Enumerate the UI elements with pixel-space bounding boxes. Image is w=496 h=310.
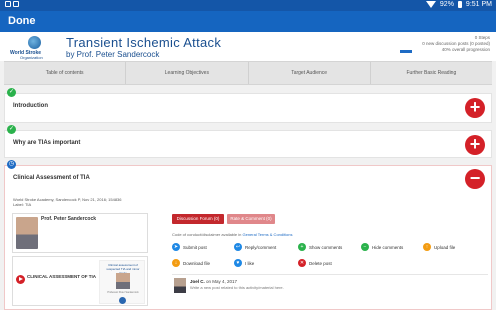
- expand-button[interactable]: +: [465, 135, 485, 155]
- divider: [172, 274, 488, 275]
- action-label: Show comments: [309, 244, 343, 250]
- app-bar: Done: [0, 11, 496, 32]
- done-button[interactable]: Done: [8, 15, 36, 27]
- tab-further-reading[interactable]: Further Basic Reading: [371, 62, 492, 84]
- course-stats: 0 Steps 0 new discussion posts (0 posted…: [422, 35, 490, 53]
- send-icon: ➤: [172, 243, 180, 251]
- collapse-button[interactable]: −: [465, 169, 485, 189]
- clock: 9:51 PM: [465, 1, 492, 8]
- expand-button[interactable]: +: [465, 98, 485, 118]
- video-thumbnail[interactable]: Clinical assessment of suspected TIA and…: [99, 260, 145, 304]
- download-file-action[interactable]: ↓ Download file: [172, 259, 210, 267]
- battery-percent: 92%: [439, 1, 454, 8]
- hide-comments-action[interactable]: − Hide comments: [361, 243, 403, 251]
- course-subtitle: by Prof. Peter Sandercock: [66, 50, 160, 59]
- play-icon[interactable]: [16, 275, 25, 284]
- section-label: Clinical Assessment of TIA: [13, 175, 90, 181]
- logo-line2: Organization: [20, 55, 43, 60]
- section-introduction[interactable]: Introduction +: [4, 93, 492, 123]
- check-icon: ✓: [7, 88, 16, 97]
- show-icon: +: [298, 243, 306, 251]
- notification-icons: [5, 1, 19, 9]
- submit-post-action[interactable]: ➤ Submit post: [172, 243, 207, 251]
- reply-icon: ↩: [234, 243, 242, 251]
- delete-icon: ✕: [298, 259, 306, 267]
- tab-target-audience[interactable]: Target Audience: [249, 62, 371, 84]
- code-text: Code of conduct/disclaimer available in: [172, 232, 242, 237]
- action-label: Submit post: [183, 244, 207, 250]
- author-card: Prof. Peter Sandercock: [12, 213, 148, 253]
- tab-learning-objectives[interactable]: Learning Objectives: [126, 62, 249, 84]
- meta-line2: Label: TIA: [13, 202, 32, 207]
- slide-caption: Professor Peter Sandercock: [107, 291, 139, 294]
- tab-table-of-contents[interactable]: Table of contents: [4, 62, 127, 84]
- progress-bar: [400, 50, 412, 53]
- action-label: Delete post: [309, 260, 332, 266]
- author-name: Prof. Peter Sandercock: [41, 216, 97, 222]
- slide-logo: [119, 297, 126, 304]
- tab-bar: Table of contents Learning Objectives Ta…: [4, 61, 492, 85]
- section-meta: World Stroke Academy, Sandercock P, Nov …: [13, 197, 122, 207]
- like-action[interactable]: ♥ I like: [234, 259, 254, 267]
- status-right: 92% 9:51 PM: [425, 1, 492, 8]
- new-post-input[interactable]: Write a new post related to this activit…: [190, 285, 284, 290]
- discussion-forum-tab[interactable]: Discussion Forum (0): [172, 214, 224, 224]
- battery-icon: [457, 1, 462, 8]
- code-of-conduct: Code of conduct/disclaimer available in …: [172, 232, 292, 237]
- action-label: Download file: [183, 260, 211, 266]
- download-icon: ↓: [172, 259, 180, 267]
- course-title: Transient Ischemic Attack: [66, 35, 222, 50]
- status-bar: 92% 9:51 PM: [0, 0, 496, 11]
- check-icon: ✓: [7, 125, 16, 134]
- post-author: Joel C.: [190, 279, 205, 284]
- avatar: [174, 278, 186, 293]
- action-label: I like: [245, 260, 255, 266]
- terms-link[interactable]: General Terms & Conditions: [243, 232, 293, 237]
- delete-post-action[interactable]: ✕ Delete post: [298, 259, 332, 267]
- stat-progress: 40% overall progression: [441, 47, 490, 52]
- section-why-tia[interactable]: Why are TIAs important +: [4, 130, 492, 158]
- wifi-icon: [425, 1, 436, 8]
- show-comments-action[interactable]: + Show comments: [298, 243, 342, 251]
- section-label: Why are TIAs important: [13, 140, 81, 146]
- slide-photo: [116, 273, 130, 289]
- hide-icon: −: [361, 243, 369, 251]
- rate-comment-tab[interactable]: Rate & Comment (0): [227, 214, 275, 224]
- section-label: Introduction: [13, 103, 48, 109]
- like-icon: ♥: [234, 259, 242, 267]
- post-author-line: Joel C. on May 4, 2017: [190, 279, 237, 284]
- video-title: CLINICAL ASSESSMENT OF TIA: [27, 274, 97, 279]
- reply-action[interactable]: ↩ Reply/comment: [234, 243, 276, 251]
- post-date: on May 4, 2017: [206, 279, 238, 284]
- course-header: World Stroke Organization Transient Isch…: [0, 32, 496, 61]
- video-card[interactable]: CLINICAL ASSESSMENT OF TIA Clinical asse…: [12, 256, 148, 306]
- action-label: Reply/comment: [245, 244, 277, 250]
- action-label: Upload file: [434, 244, 456, 250]
- author-photo: [16, 217, 38, 249]
- wso-logo: World Stroke Organization: [10, 36, 60, 60]
- upload-icon: ↑: [423, 243, 431, 251]
- upload-file-action[interactable]: ↑ Upload file: [423, 243, 455, 251]
- action-label: Hide comments: [372, 244, 404, 250]
- globe-icon: [28, 36, 41, 49]
- in-progress-icon: ◷: [7, 160, 16, 169]
